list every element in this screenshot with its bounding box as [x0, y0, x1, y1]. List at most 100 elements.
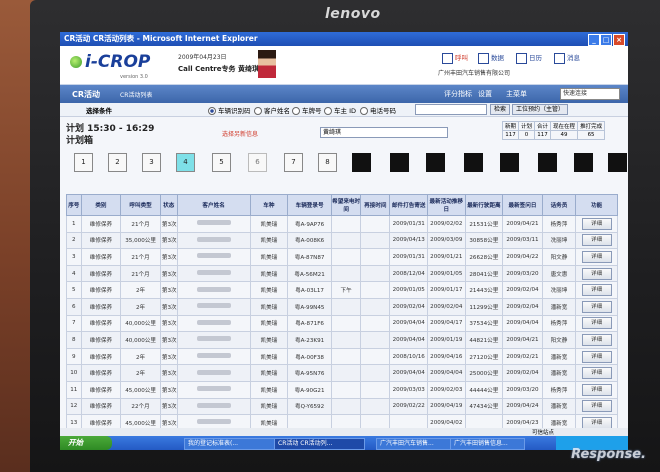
calendar-link[interactable]: 日历 — [516, 52, 542, 64]
table-cell: 凯美瑞 — [249, 264, 289, 283]
plan-slot[interactable] — [538, 153, 557, 172]
task-item-active[interactable]: CR活动 CR活动列... — [274, 438, 365, 450]
detail-button[interactable]: 详细 — [581, 234, 612, 247]
search-input[interactable] — [415, 104, 487, 115]
detail-button[interactable]: 详细 — [581, 284, 612, 297]
column-header[interactable]: 功能 — [575, 194, 618, 216]
column-header[interactable]: 话务员 — [541, 194, 577, 216]
radio-customer-name[interactable]: 客户姓名 — [254, 105, 290, 115]
task-item[interactable]: 广汽丰田销售信息... — [450, 438, 525, 450]
task-item[interactable]: 广汽丰田汽车销售... — [376, 438, 451, 450]
detail-button[interactable]: 详细 — [581, 333, 612, 346]
column-header[interactable]: 车种 — [249, 194, 289, 216]
nav-item-settings[interactable]: 设置 — [478, 89, 492, 99]
column-header[interactable]: 最新活动推移日 — [427, 194, 466, 216]
table-row[interactable]: 3 维修保养 21个月 第3次 凯美瑞 粤A-87N87 2009/01/31 2009/01… — [66, 248, 618, 266]
start-button[interactable]: 开始 — [60, 436, 112, 450]
plan-slot[interactable]: 7 — [284, 153, 303, 172]
table-row[interactable]: 9 维修保养 2年 第3次 凯美瑞 粤A-00F38 2008/10/16 2009/04/1… — [66, 347, 618, 366]
table-cell: 2年 — [120, 297, 161, 316]
table-row[interactable]: 5 维修保养 2年 第3次 凯美瑞 粤A-03L17 下午 2009/01/05 2009/01… — [66, 281, 618, 299]
quick-link-select[interactable]: 快速连接 — [560, 88, 620, 100]
radio-phone[interactable]: 电话号码 — [360, 105, 396, 115]
detail-cell[interactable]: 详细 — [575, 397, 618, 416]
plan-slot[interactable] — [608, 153, 627, 172]
nav-item-rating[interactable]: 评分指标 — [444, 89, 472, 99]
column-header[interactable]: 再接时间 — [360, 194, 391, 216]
plan-slot[interactable] — [390, 153, 409, 172]
column-header[interactable]: 车辆登录号 — [287, 194, 333, 216]
call-link[interactable]: 呼叫 — [442, 52, 468, 64]
detail-cell[interactable]: 详细 — [575, 380, 618, 399]
column-header[interactable]: 类别 — [80, 194, 122, 216]
plan-info-link[interactable]: 选择另新信息 — [222, 129, 258, 138]
detail-cell[interactable]: 详细 — [575, 297, 618, 316]
plan-slot[interactable]: 6 — [248, 153, 267, 172]
table-cell: 21443公里 — [464, 281, 504, 299]
task-item[interactable]: 我的登记标准表(... — [184, 438, 275, 450]
detail-button[interactable]: 详细 — [581, 350, 612, 363]
close-button[interactable]: × — [613, 34, 625, 46]
table-row[interactable]: 4 维修保养 21个月 第3次 凯美瑞 粤A-56M21 2008/12/04 2009/01… — [66, 264, 618, 283]
work-reservation-button[interactable]: 工位预约（主管） — [512, 104, 569, 115]
data-link[interactable]: 数据 — [478, 52, 504, 64]
plan-slot[interactable]: 8 — [318, 153, 337, 172]
plan-slot[interactable] — [352, 153, 371, 172]
plan-slot[interactable]: 2 — [108, 153, 127, 172]
plan-slot[interactable] — [426, 153, 445, 172]
column-header[interactable]: 邮件打告寄送 — [389, 194, 429, 216]
table-cell: 2年 — [120, 281, 161, 299]
detail-button[interactable]: 详细 — [581, 217, 612, 230]
column-header[interactable]: 序号 — [66, 194, 82, 216]
detail-cell[interactable]: 详细 — [575, 347, 618, 366]
table-row[interactable]: 12 维修保养 22个月 第3次 凯美瑞 粤Q-Y6592 2009/02/22 2009/0… — [66, 397, 618, 416]
detail-button[interactable]: 详细 — [581, 400, 612, 413]
table-row[interactable]: 7 维修保养 40,000公里 第3次 凯美瑞 粤A-871F6 2009/04/04 200… — [66, 314, 618, 333]
maximize-button[interactable]: □ — [600, 34, 612, 46]
plan-slot[interactable]: 1 — [74, 153, 93, 172]
table-cell: 第3次 — [159, 397, 178, 416]
nav-item-main-menu[interactable]: 主菜单 — [506, 89, 527, 99]
message-icon — [554, 52, 565, 64]
table-cell: 粤A-87N87 — [287, 248, 333, 266]
column-header[interactable]: 客户姓名 — [176, 194, 251, 216]
table-row[interactable]: 10 维修保养 2年 第3次 凯美瑞 粤A-95N76 2009/04/04 2009/04/… — [66, 364, 618, 382]
detail-button[interactable]: 详细 — [581, 317, 612, 330]
detail-button[interactable]: 详细 — [581, 383, 612, 396]
plan-slot[interactable] — [574, 153, 593, 172]
detail-button[interactable]: 详细 — [581, 250, 612, 263]
detail-cell[interactable]: 详细 — [575, 281, 618, 299]
column-header[interactable]: 最新签问日 — [502, 194, 543, 216]
column-header[interactable]: 希望来电时间 — [331, 194, 362, 216]
table-row[interactable]: 11 维修保养 45,000公里 第3次 凯美瑞 粤A-90G21 2009/03/03 20… — [66, 380, 618, 399]
operator-dropdown[interactable]: 黄绮琪 — [320, 127, 448, 138]
table-row[interactable]: 2 维修保养 35,000公里 第3次 凯美瑞 粤A-008K6 2009/04/13 200… — [66, 231, 618, 250]
detail-button[interactable]: 详细 — [581, 367, 612, 380]
search-button[interactable]: 检索 — [490, 104, 511, 115]
radio-vin[interactable]: 车辆识别码 — [208, 105, 251, 115]
plan-slot[interactable] — [500, 153, 519, 172]
column-header[interactable]: 最新行驶距离 — [464, 194, 504, 216]
message-link[interactable]: 消息 — [554, 52, 580, 64]
detail-cell[interactable]: 详细 — [575, 314, 618, 333]
detail-cell[interactable]: 详细 — [575, 248, 618, 266]
detail-cell[interactable]: 详细 — [575, 264, 618, 283]
table-row[interactable]: 8 维修保养 40,000公里 第3次 凯美瑞 粤A-23K91 2009/04/04 200… — [66, 331, 618, 349]
radio-owner-id[interactable]: 车主 ID — [324, 105, 356, 115]
detail-cell[interactable]: 详细 — [575, 215, 618, 233]
detail-cell[interactable]: 详细 — [575, 364, 618, 382]
plan-slot[interactable] — [464, 153, 483, 172]
column-header[interactable]: 呼叫类型 — [120, 194, 161, 216]
plan-slot[interactable]: 3 — [142, 153, 161, 172]
table-row[interactable]: 1 维修保养 21个月 第3次 凯美瑞 粤A-9AP76 2009/01/31 2009/02… — [66, 215, 618, 233]
detail-button[interactable]: 详细 — [581, 300, 612, 313]
plan-slot[interactable]: 4 — [176, 153, 195, 172]
plan-slot[interactable]: 5 — [212, 153, 231, 172]
minimize-button[interactable]: _ — [588, 34, 600, 46]
detail-cell[interactable]: 详细 — [575, 231, 618, 250]
radio-plate[interactable]: 车牌号 — [292, 105, 322, 115]
detail-cell[interactable]: 详细 — [575, 331, 618, 349]
detail-button[interactable]: 详细 — [581, 267, 612, 280]
table-row[interactable]: 6 维修保养 2年 第3次 凯美瑞 粤A-99N45 2009/02/04 2009/02/0… — [66, 297, 618, 316]
column-header[interactable]: 状态 — [159, 194, 178, 216]
